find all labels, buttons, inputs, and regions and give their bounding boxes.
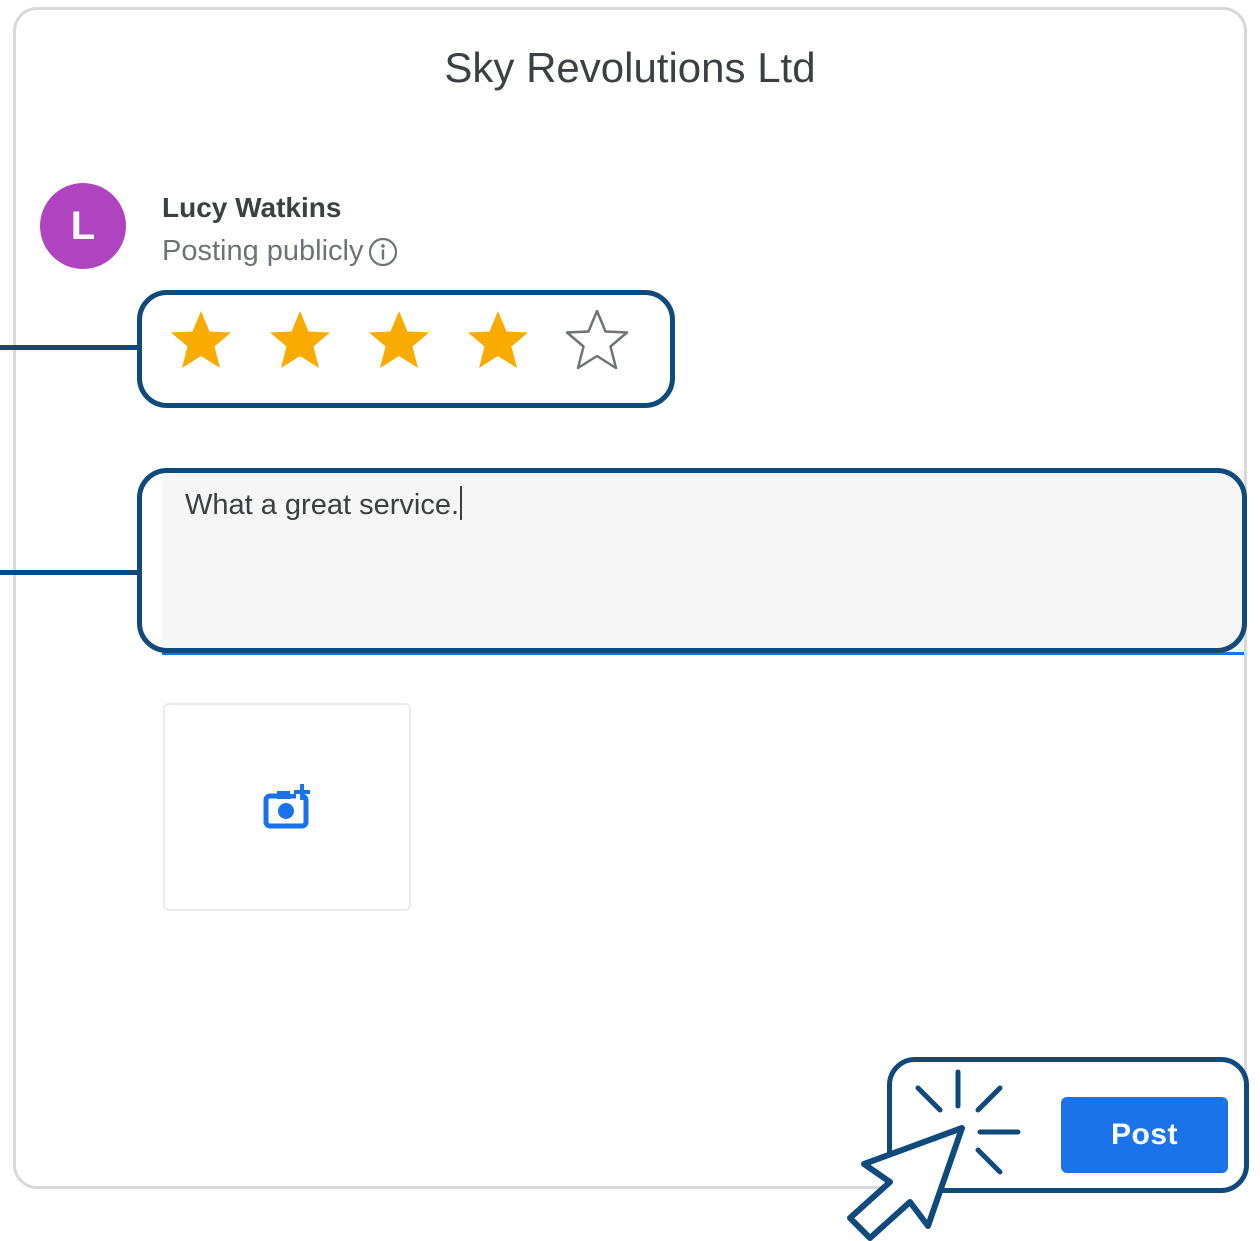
posting-status: Posting publicly [162, 235, 398, 268]
star-filled-icon[interactable] [366, 308, 432, 374]
star-filled-icon[interactable] [465, 308, 531, 374]
posting-status-label: Posting publicly [162, 235, 364, 267]
text-caret [460, 486, 462, 520]
user-name: Lucy Watkins [162, 192, 342, 223]
review-dialog-stage: Sky Revolutions Ltd L Lucy Watkins Posti… [0, 0, 1260, 1241]
star-filled-icon[interactable] [168, 308, 234, 374]
info-icon[interactable] [368, 237, 398, 267]
click-cursor-icon [847, 1069, 1021, 1241]
avatar: L [40, 183, 126, 269]
post-button[interactable]: Post [1061, 1097, 1228, 1173]
add-photo-icon[interactable] [260, 782, 314, 832]
review-callout-line [0, 570, 138, 575]
dialog-title: Sky Revolutions Ltd [444, 44, 816, 91]
star-empty-icon[interactable] [564, 308, 630, 374]
review-text-value: What a great service. [185, 489, 459, 521]
star-filled-icon[interactable] [267, 308, 333, 374]
rating-callout-line [0, 345, 138, 350]
review-text[interactable]: What a great service. [185, 486, 462, 522]
